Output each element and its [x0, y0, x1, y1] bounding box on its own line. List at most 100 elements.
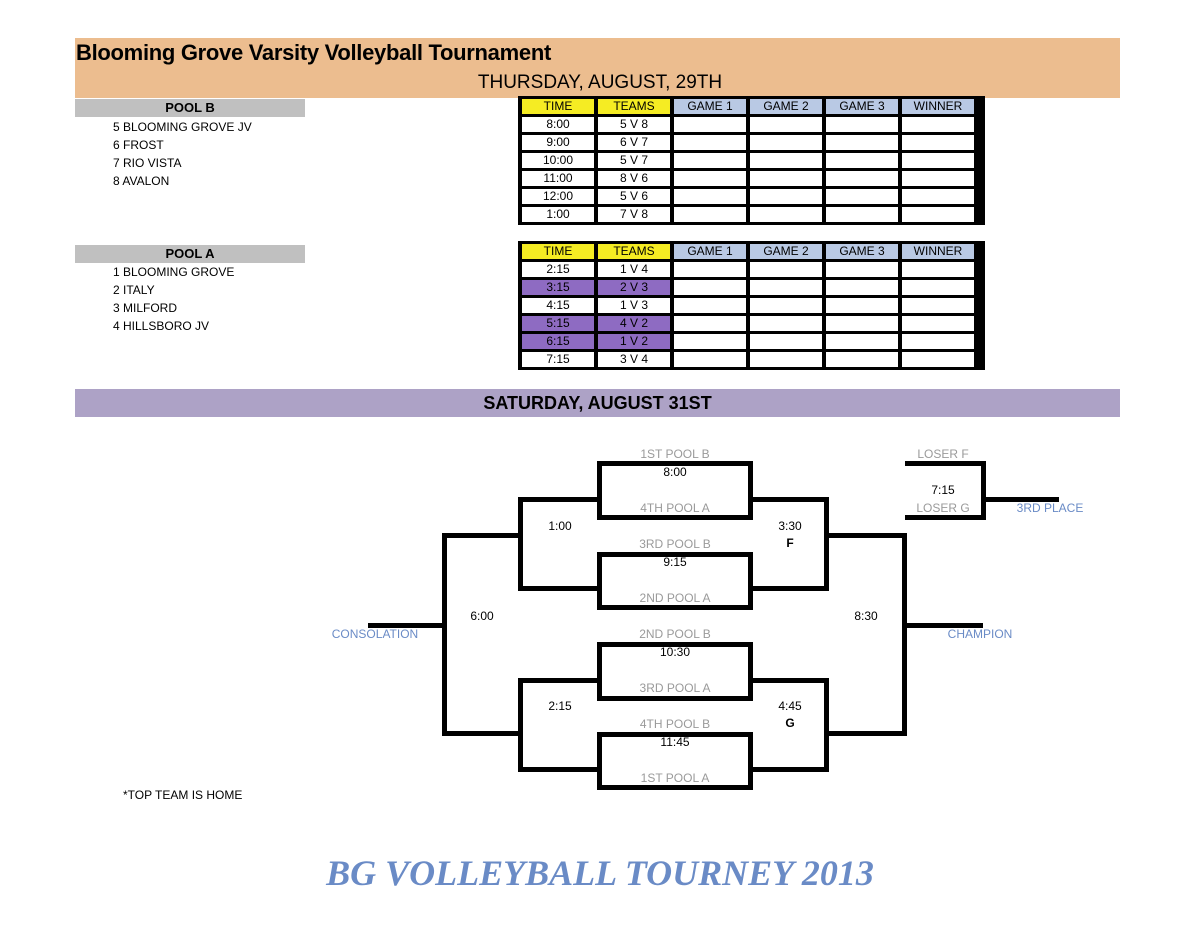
- pool-b-team: 7 RIO VISTA: [113, 156, 182, 170]
- schedule-row: 6:15 1 V 2: [522, 334, 981, 349]
- column-header: WINNER: [902, 244, 974, 259]
- bracket-line: [442, 533, 521, 538]
- match-time: 2:15: [548, 699, 572, 713]
- winner-cell[interactable]: [902, 189, 974, 204]
- bracket-line: [442, 533, 447, 736]
- pool-a-team: 3 MILFORD: [113, 301, 178, 315]
- game-score-cell[interactable]: [750, 298, 822, 313]
- game-score-cell[interactable]: [826, 262, 898, 277]
- game-score-cell[interactable]: [826, 153, 898, 168]
- game-score-cell[interactable]: [826, 171, 898, 186]
- pool-b-team: 5 BLOOMING GROVE JV: [113, 120, 252, 134]
- schedule-row: 2:15 1 V 4: [522, 262, 981, 277]
- consolation-label: CONSOLATION: [331, 627, 419, 641]
- winner-cell[interactable]: [902, 280, 974, 295]
- game-score-cell[interactable]: [750, 316, 822, 331]
- winner-cell[interactable]: [902, 316, 974, 331]
- day1-label: THURSDAY, AUGUST, 29TH: [477, 72, 723, 93]
- seed-label: 4TH POOL A: [640, 501, 710, 515]
- bracket-line: [826, 731, 907, 736]
- pool-b-schedule-table: TIME TEAMS GAME 1 GAME 2 GAME 3 WINNER 8:00 5 V…: [518, 96, 985, 225]
- game-score-cell[interactable]: [674, 298, 746, 313]
- game-score-cell[interactable]: [674, 334, 746, 349]
- pool-b-team: 8 AVALON: [113, 174, 170, 188]
- game-score-cell[interactable]: [750, 280, 822, 295]
- bracket-line: [824, 497, 829, 590]
- column-header: TEAMS: [598, 244, 670, 259]
- pool-a-team: 1 BLOOMING GROVE: [113, 265, 235, 279]
- game-score-cell[interactable]: [674, 262, 746, 277]
- game-score-cell[interactable]: [826, 352, 898, 367]
- game-score-cell[interactable]: [750, 171, 822, 186]
- winner-cell[interactable]: [902, 298, 974, 313]
- winner-cell[interactable]: [902, 334, 974, 349]
- game-score-cell[interactable]: [826, 280, 898, 295]
- column-header: TEAMS: [598, 99, 670, 114]
- game-score-cell[interactable]: [826, 135, 898, 150]
- game-score-cell[interactable]: [674, 189, 746, 204]
- schedule-row: 1:00 7 V 8: [522, 207, 981, 222]
- time-cell: 1:00: [522, 207, 594, 222]
- bracket-line: [518, 497, 523, 590]
- game-score-cell[interactable]: [750, 262, 822, 277]
- game-score-cell[interactable]: [750, 135, 822, 150]
- winner-cell[interactable]: [902, 171, 974, 186]
- matchup-cell: 4 V 2: [598, 316, 670, 331]
- game-score-cell[interactable]: [826, 117, 898, 132]
- seed-label: 2ND POOL B: [639, 627, 711, 641]
- game-score-cell[interactable]: [750, 207, 822, 222]
- game-score-cell[interactable]: [674, 171, 746, 186]
- time-cell: 6:15: [522, 334, 594, 349]
- page-title: Blooming Grove Varsity Volleyball Tourna…: [76, 40, 551, 65]
- winner-cell[interactable]: [902, 207, 974, 222]
- game-score-cell[interactable]: [750, 334, 822, 349]
- bracket-line: [518, 767, 600, 772]
- bracket-line: [750, 767, 829, 772]
- time-cell: 3:15: [522, 280, 594, 295]
- pool-a-team: 4 HILLSBORO JV: [113, 319, 210, 333]
- game-score-cell[interactable]: [674, 316, 746, 331]
- column-header: WINNER: [902, 99, 974, 114]
- winner-cell[interactable]: [902, 135, 974, 150]
- match-time: 3:30: [778, 519, 802, 533]
- day2-heading: SATURDAY, AUGUST 31ST: [75, 389, 1120, 417]
- seed-label: 3RD POOL B: [639, 537, 711, 551]
- game-score-cell[interactable]: [750, 352, 822, 367]
- bracket-line: [597, 785, 753, 790]
- time-cell: 8:00: [522, 117, 594, 132]
- game-score-cell[interactable]: [826, 189, 898, 204]
- column-header: GAME 2: [750, 99, 822, 114]
- game-score-cell[interactable]: [826, 334, 898, 349]
- winner-cell[interactable]: [902, 262, 974, 277]
- game-score-cell[interactable]: [674, 153, 746, 168]
- game-score-cell[interactable]: [674, 352, 746, 367]
- game-score-cell[interactable]: [750, 117, 822, 132]
- seed-label: 2ND POOL A: [639, 591, 711, 605]
- game-score-cell[interactable]: [750, 153, 822, 168]
- winner-cell[interactable]: [902, 117, 974, 132]
- winner-cell[interactable]: [902, 352, 974, 367]
- column-header: GAME 2: [750, 244, 822, 259]
- game-score-cell[interactable]: [826, 207, 898, 222]
- pool-b-header: POOL B: [75, 99, 305, 117]
- matchup-cell: 3 V 4: [598, 352, 670, 367]
- schedule-row: 4:15 1 V 3: [522, 298, 981, 313]
- match-time: 7:15: [931, 483, 955, 497]
- game-score-cell[interactable]: [826, 316, 898, 331]
- match-time: 9:15: [663, 555, 687, 569]
- bracket-line: [905, 515, 986, 520]
- time-cell: 11:00: [522, 171, 594, 186]
- seed-label: LOSER F: [917, 447, 969, 461]
- game-score-cell[interactable]: [750, 189, 822, 204]
- game-score-cell[interactable]: [826, 298, 898, 313]
- footer-title: BG VOLLEYBALL TOURNEY 2013: [326, 853, 874, 893]
- game-score-cell[interactable]: [674, 135, 746, 150]
- bracket-line: [518, 586, 600, 591]
- schedule-row: 12:00 5 V 6: [522, 189, 981, 204]
- game-score-cell[interactable]: [674, 117, 746, 132]
- winner-cell[interactable]: [902, 153, 974, 168]
- game-score-cell[interactable]: [674, 280, 746, 295]
- game-score-cell[interactable]: [674, 207, 746, 222]
- matchup-cell: 5 V 6: [598, 189, 670, 204]
- seed-label: 4TH POOL B: [639, 717, 711, 731]
